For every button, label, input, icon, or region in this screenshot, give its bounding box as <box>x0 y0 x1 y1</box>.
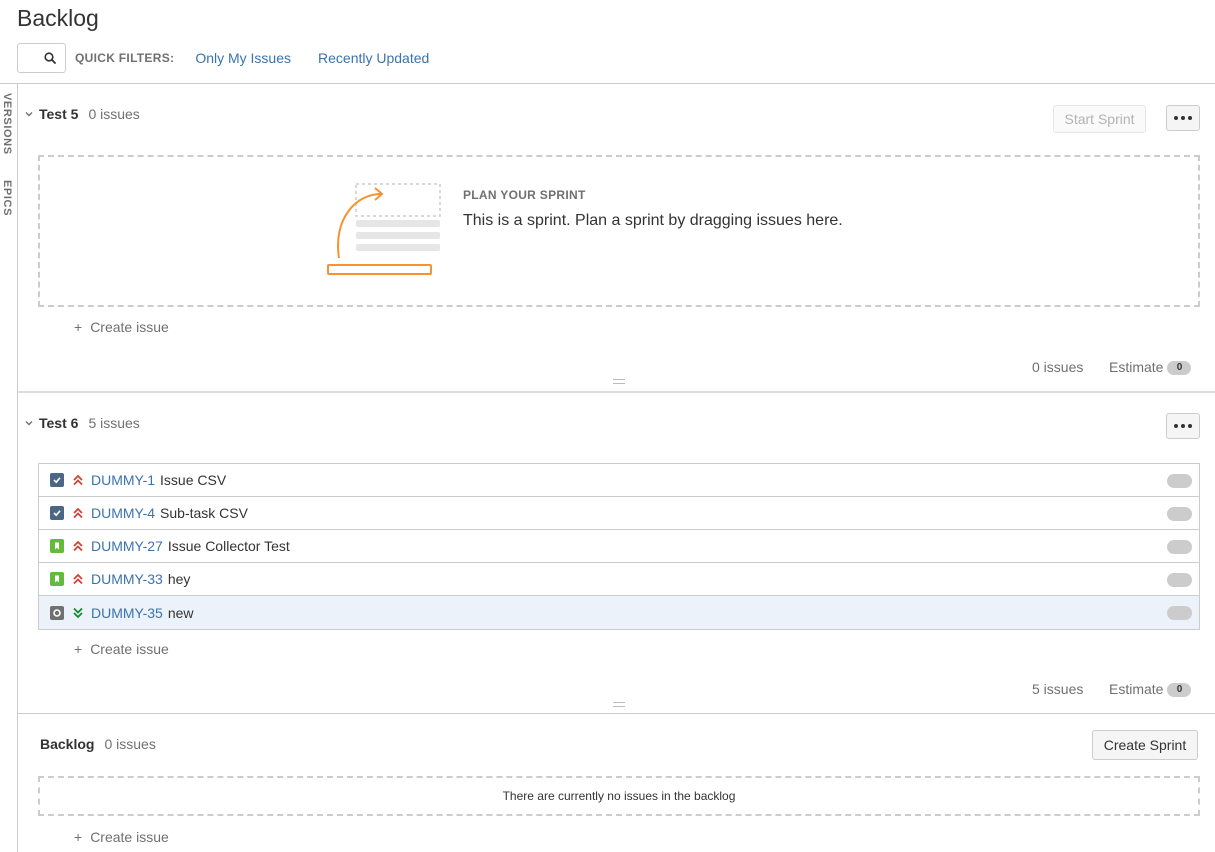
search-input[interactable] <box>17 43 66 73</box>
issue-summary: Issue CSV <box>160 472 227 488</box>
sprint-header-test6: Test 6 5 issues <box>24 415 140 431</box>
backlog-header: Backlog 0 issues <box>40 736 156 752</box>
plan-sprint-text: This is a sprint. Plan a sprint by dragg… <box>463 212 843 229</box>
sprint-footer-count: 5 issues <box>1032 681 1084 697</box>
resize-grip[interactable] <box>613 702 625 707</box>
estimate-label: Estimate <box>1109 681 1164 697</box>
create-sprint-button[interactable]: Create Sprint <box>1092 730 1198 760</box>
priority-highest-icon <box>73 474 83 486</box>
estimate-pill <box>1167 474 1192 488</box>
story-type-icon <box>50 572 64 586</box>
estimate-badge: 0 <box>1167 361 1192 376</box>
create-issue-label: Create issue <box>90 829 169 845</box>
issue-summary: new <box>167 604 194 621</box>
issue-key-link[interactable]: DUMMY-1 <box>91 472 155 488</box>
start-sprint-button[interactable]: Start Sprint <box>1053 105 1146 133</box>
filter-only-my-issues[interactable]: Only My Issues <box>195 50 291 66</box>
issue-summary: Sub-task CSV <box>160 505 248 521</box>
estimate-pill <box>1167 606 1192 620</box>
sprint-name: Test 5 <box>39 106 79 122</box>
quick-filters-bar: QUICK FILTERS: Only My Issues Recently U… <box>17 43 429 73</box>
create-issue-link[interactable]: + Create issue <box>74 319 169 335</box>
side-panel-divider <box>17 83 18 852</box>
estimate-pill <box>1167 540 1192 554</box>
issue-summary: hey <box>167 571 191 587</box>
plus-icon: + <box>74 319 83 335</box>
task-type-icon <box>50 506 64 520</box>
plus-icon: + <box>74 829 83 845</box>
story-type-icon <box>50 539 64 553</box>
quick-filters-label: QUICK FILTERS: <box>75 51 175 65</box>
chevron-down-icon[interactable] <box>24 418 34 428</box>
sprint-issue-list: DUMMY-1 Issue CSV DUMMY-4 Sub-task CSV D… <box>38 463 1200 630</box>
plus-icon: + <box>74 641 83 657</box>
issue-row[interactable]: DUMMY-4 Sub-task CSV <box>39 497 1199 530</box>
versions-tab[interactable]: VERSIONS <box>1 93 13 155</box>
sprint-actions-button[interactable] <box>1166 413 1200 439</box>
sprint-footer-count: 0 issues <box>1032 359 1084 375</box>
task-type-icon <box>50 473 64 487</box>
plan-sprint-title: PLAN YOUR SPRINT <box>463 188 586 202</box>
issue-key-link[interactable]: DUMMY-33 <box>91 571 163 587</box>
create-issue-label: Create issue <box>90 641 169 657</box>
resize-grip[interactable] <box>613 379 625 384</box>
create-issue-link[interactable]: + Create issue <box>74 829 169 845</box>
issue-key-link[interactable]: DUMMY-35 <box>91 605 163 621</box>
issue-row[interactable]: DUMMY-35 new <box>39 596 1199 629</box>
more-icon <box>1174 116 1192 120</box>
sprint-header-test5: Test 5 0 issues <box>24 106 140 122</box>
priority-highest-icon <box>73 507 83 519</box>
sprint-name: Test 6 <box>39 415 79 431</box>
create-issue-link[interactable]: + Create issue <box>74 641 169 657</box>
issue-key-link[interactable]: DUMMY-27 <box>91 538 163 554</box>
issue-type-icon <box>50 605 64 620</box>
backlog-name: Backlog <box>40 736 95 752</box>
sprint-drop-zone[interactable] <box>38 155 1200 307</box>
more-icon <box>1174 424 1192 428</box>
sprint-issue-count: 0 issues <box>88 106 140 122</box>
priority-lowest-icon <box>73 607 83 618</box>
estimate-badge: 0 <box>1167 683 1192 698</box>
issue-key-link[interactable]: DUMMY-4 <box>91 505 155 521</box>
priority-highest-icon <box>73 573 83 585</box>
backlog-issue-count: 0 issues <box>104 736 156 752</box>
filter-recently-updated[interactable]: Recently Updated <box>318 50 429 66</box>
sprint-issue-count: 5 issues <box>88 415 140 431</box>
page-title: Backlog <box>17 5 99 31</box>
sprint-estimate: Estimate 0 <box>1109 359 1192 376</box>
header-divider <box>0 83 1215 84</box>
issue-summary: Issue Collector Test <box>167 538 290 554</box>
estimate-label: Estimate <box>1109 359 1164 375</box>
sprint-divider <box>17 391 1215 393</box>
issue-row[interactable]: DUMMY-1 Issue CSV <box>39 464 1199 497</box>
epics-tab[interactable]: EPICS <box>1 180 13 216</box>
priority-highest-icon <box>73 540 83 552</box>
chevron-down-icon[interactable] <box>24 109 34 119</box>
create-issue-label: Create issue <box>90 319 169 335</box>
sprint-actions-button[interactable] <box>1166 105 1200 131</box>
estimate-pill <box>1167 507 1192 521</box>
issue-row[interactable]: DUMMY-27 Issue Collector Test <box>39 530 1199 563</box>
sprint-estimate: Estimate 0 <box>1109 681 1192 698</box>
search-icon <box>44 52 56 64</box>
backlog-empty-message: There are currently no issues in the bac… <box>38 776 1200 816</box>
issue-row[interactable]: DUMMY-33 hey <box>39 563 1199 596</box>
estimate-pill <box>1167 573 1192 587</box>
sprint-divider <box>17 713 1215 714</box>
plan-sprint-illustration-icon <box>327 183 441 275</box>
